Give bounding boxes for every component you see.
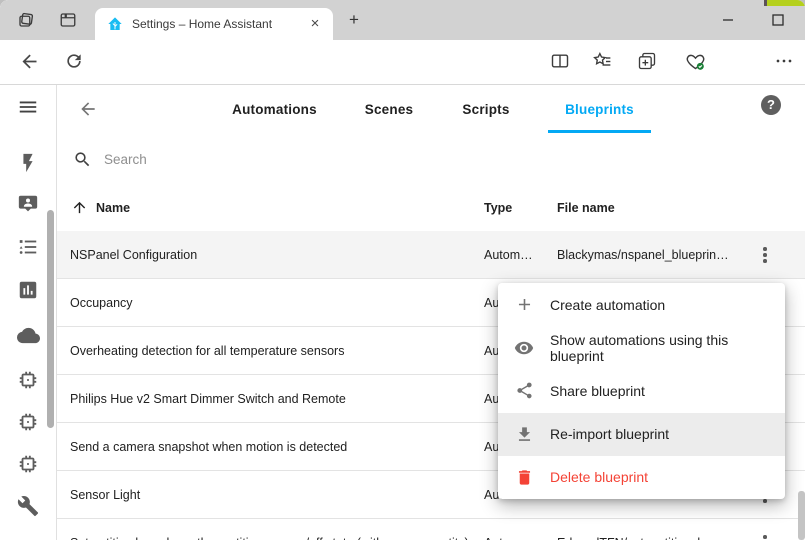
row-file: Blackymas/nspanel_blueprin… [557, 248, 762, 262]
column-header-name[interactable]: Name [96, 201, 130, 215]
browser-titlebar: Settings – Home Assistant × + [0, 0, 805, 40]
todo-list-icon[interactable] [17, 236, 39, 258]
row-type: Autom… [484, 536, 536, 540]
page-scrollbar-thumb[interactable] [798, 491, 805, 540]
home-assistant-favicon [107, 16, 123, 32]
search-input[interactable] [102, 151, 706, 168]
help-icon[interactable]: ? [761, 95, 781, 115]
maximize-icon[interactable] [763, 10, 793, 30]
row-file: EdwardTFN/set_entities_bas… [557, 536, 762, 540]
tab-scripts[interactable]: Scripts [456, 85, 516, 133]
chip-device-icon-2[interactable] [17, 411, 39, 433]
tab-blueprints[interactable]: Blueprints [548, 85, 651, 133]
menu-item-delete-blueprint[interactable]: Delete blueprint [498, 456, 785, 499]
browser-essentials-icon[interactable] [685, 51, 706, 72]
tab-actions-icon[interactable] [59, 11, 77, 29]
content-scrollbar-thumb[interactable] [47, 210, 54, 428]
menu-item-label: Re-import blueprint [550, 426, 669, 442]
tab-scenes[interactable]: Scenes [359, 85, 419, 133]
cloud-icon[interactable] [17, 324, 40, 347]
table-row[interactable]: Set entities based on other entities new… [57, 519, 805, 540]
voice-assistant-icon[interactable] [17, 193, 39, 215]
menu-item-reimport-blueprint[interactable]: Re-import blueprint [498, 413, 785, 456]
energy-bolt-icon[interactable] [17, 152, 39, 174]
row-overflow-menu-icon[interactable] [756, 533, 774, 540]
ha-back-icon[interactable] [78, 99, 98, 119]
add-to-collection-icon[interactable] [637, 51, 657, 71]
background-window-strip [767, 0, 805, 6]
new-tab-icon[interactable]: + [344, 10, 364, 30]
menu-item-share-blueprint[interactable]: Share blueprint [498, 369, 785, 412]
menu-item-create-automation[interactable]: Create automation [498, 283, 785, 326]
row-name: Set entities based on other entities new… [70, 536, 475, 540]
download-icon [514, 425, 534, 444]
row-name: Send a camera snapshot when motion is de… [70, 440, 475, 454]
share-icon [514, 381, 534, 400]
search-bar [57, 133, 805, 187]
chip-device-icon-1[interactable] [17, 369, 39, 391]
back-icon[interactable] [19, 51, 40, 72]
tab-title: Settings – Home Assistant [132, 17, 306, 31]
eye-icon [514, 338, 534, 358]
column-header-file[interactable]: File name [557, 201, 615, 215]
table-row[interactable]: NSPanel Configuration Autom… Blackymas/n… [57, 231, 805, 279]
ha-config-header: Automations Scenes Scripts Blueprints [57, 85, 805, 134]
tab-close-icon[interactable]: × [306, 15, 324, 33]
settings-wrench-icon[interactable] [17, 495, 39, 517]
split-screen-icon[interactable] [550, 51, 570, 71]
row-name: Overheating detection for all temperatur… [70, 344, 475, 358]
menu-item-label: Share blueprint [550, 383, 645, 399]
collections-favorites-icon[interactable] [592, 51, 613, 72]
search-icon [73, 150, 92, 169]
browser-toolbar: Not secure homeassistant.local :8123/... [0, 40, 805, 85]
chip-device-icon-3[interactable] [17, 453, 39, 475]
row-name: Philips Hue v2 Smart Dimmer Switch and R… [70, 392, 475, 406]
sort-ascending-icon[interactable] [71, 199, 88, 216]
history-chart-icon[interactable] [17, 279, 39, 301]
column-header-type[interactable]: Type [484, 201, 512, 215]
tab-automations[interactable]: Automations [217, 85, 332, 133]
menu-hamburger-icon[interactable] [17, 96, 39, 118]
menu-item-show-automations[interactable]: Show automations using this blueprint [498, 326, 785, 369]
row-name: Occupancy [70, 296, 475, 310]
workspaces-icon[interactable] [17, 11, 35, 29]
row-type: Autom… [484, 248, 536, 262]
menu-item-label: Delete blueprint [550, 469, 648, 485]
row-name: Sensor Light [70, 488, 475, 502]
menu-item-label: Create automation [550, 297, 665, 313]
minimize-icon[interactable] [713, 10, 743, 30]
row-overflow-menu-icon[interactable] [756, 245, 774, 265]
blueprint-context-menu: Create automation Show automations using… [498, 283, 785, 499]
menu-item-label: Show automations using this blueprint [550, 332, 785, 364]
plus-icon [514, 295, 534, 314]
table-header: Name Type File name [57, 186, 805, 232]
refresh-icon[interactable] [64, 51, 84, 71]
trash-icon [514, 468, 534, 487]
browser-tab[interactable]: Settings – Home Assistant × [95, 8, 333, 40]
more-options-icon[interactable] [775, 56, 793, 66]
browser-window: Settings – Home Assistant × + Not secure… [0, 0, 805, 540]
row-name: NSPanel Configuration [70, 248, 475, 262]
